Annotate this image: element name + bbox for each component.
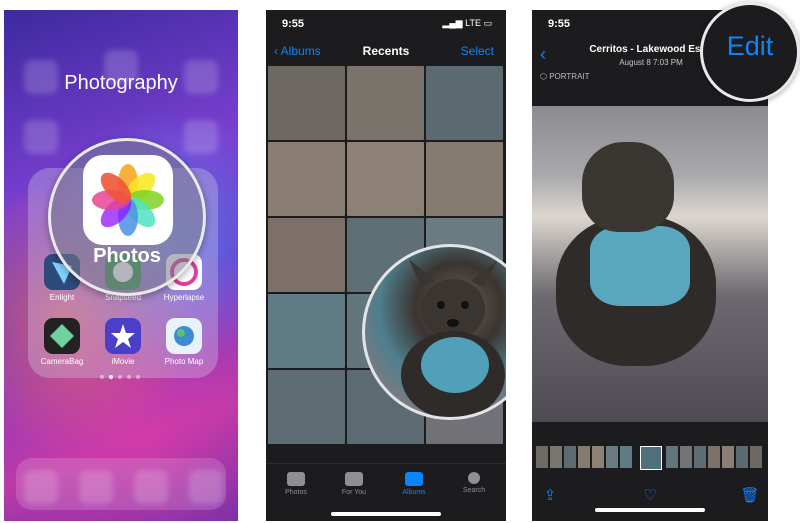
status-time: 9:55	[282, 18, 305, 30]
photo-thumbnail[interactable]	[426, 142, 503, 216]
battery-icon: ▭	[483, 18, 492, 28]
folder-title: Photography	[64, 72, 178, 94]
chevron-left-icon: ‹	[540, 44, 546, 64]
photo-toolbar: ⇪ ♡ 🗑	[532, 478, 768, 518]
trash-icon[interactable]: 🗑	[740, 486, 760, 504]
dog-head	[582, 142, 674, 232]
tab-label: Photos	[285, 489, 307, 496]
navigation-bar: ‹ Albums Recents Select	[266, 42, 506, 66]
photo-thumbnail[interactable]	[268, 370, 345, 444]
app-imovie[interactable]: iMovie	[101, 318, 145, 366]
for-you-icon	[345, 472, 363, 486]
camerabag-icon	[44, 318, 80, 354]
page-dots	[100, 366, 145, 384]
portrait-badge: ⬡ PORTRAIT	[540, 72, 590, 81]
cube-icon: ⬡	[540, 72, 547, 81]
tab-label: Albums	[402, 489, 426, 496]
app-label: Enlight	[49, 293, 75, 302]
magnified-photos-app[interactable]: Photos	[48, 138, 206, 296]
home-indicator[interactable]	[331, 512, 441, 516]
magnified-edit-button[interactable]: Edit	[700, 2, 800, 102]
status-bar: 9:55 ▂▄▆ LTE ▭	[266, 10, 506, 34]
photo-thumbnail[interactable]	[268, 66, 345, 140]
app-photo-map[interactable]: Photo Map	[162, 318, 206, 366]
tab-photos[interactable]: Photos	[266, 472, 326, 496]
tab-albums[interactable]: Albums	[384, 472, 444, 496]
recents-panel: 9:55 ▂▄▆ LTE ▭ ‹ Albums Recents Select P…	[266, 10, 506, 521]
dock	[16, 458, 226, 510]
home-indicator[interactable]	[595, 508, 705, 512]
share-icon[interactable]: ⇪	[540, 486, 560, 504]
edit-button-label: Edit	[726, 31, 774, 61]
photo-thumbnail[interactable]	[268, 218, 345, 292]
tab-for-you[interactable]: For You	[324, 472, 384, 496]
photo-thumbnail[interactable]	[268, 294, 345, 368]
app-label: iMovie	[111, 357, 135, 366]
tab-label: For You	[341, 489, 367, 496]
status-signal: ▂▄▆ LTE ▭	[442, 18, 492, 29]
back-button[interactable]: ‹	[540, 44, 546, 65]
app-label: Photo Map	[164, 357, 204, 366]
home-screen-panel: Photography Enlight Snapseed Hyperlapse	[4, 10, 238, 521]
heart-icon[interactable]: ♡	[640, 486, 660, 504]
photo-thumbnail[interactable]	[268, 142, 345, 216]
thumbnail-strip[interactable]	[532, 446, 768, 470]
dog-harness	[590, 226, 690, 306]
tab-label: Search	[462, 487, 486, 494]
photos-flower-icon	[83, 155, 173, 245]
photo-thumbnail[interactable]	[426, 66, 503, 140]
network-type: LTE	[465, 18, 481, 28]
imovie-icon	[105, 318, 141, 354]
app-camerabag[interactable]: CameraBag	[40, 318, 84, 366]
albums-icon	[405, 472, 423, 486]
tab-search[interactable]: Search	[444, 472, 504, 494]
main-photo[interactable]	[532, 106, 768, 422]
status-time: 9:55	[548, 18, 571, 30]
portrait-label: PORTRAIT	[549, 72, 590, 81]
photo-map-icon	[166, 318, 202, 354]
app-label: CameraBag	[40, 357, 84, 366]
photos-app-label: Photos	[93, 245, 161, 267]
tab-bar: Photos For You Albums Search	[266, 463, 506, 521]
search-icon	[468, 472, 480, 484]
photo-thumbnail[interactable]	[347, 142, 424, 216]
app-label: Hyperlapse	[163, 293, 205, 302]
cellular-signal-icon: ▂▄▆	[442, 18, 463, 28]
photos-tab-icon	[287, 472, 305, 486]
photo-thumbnail[interactable]	[347, 66, 424, 140]
select-button[interactable]: Select	[461, 44, 494, 58]
